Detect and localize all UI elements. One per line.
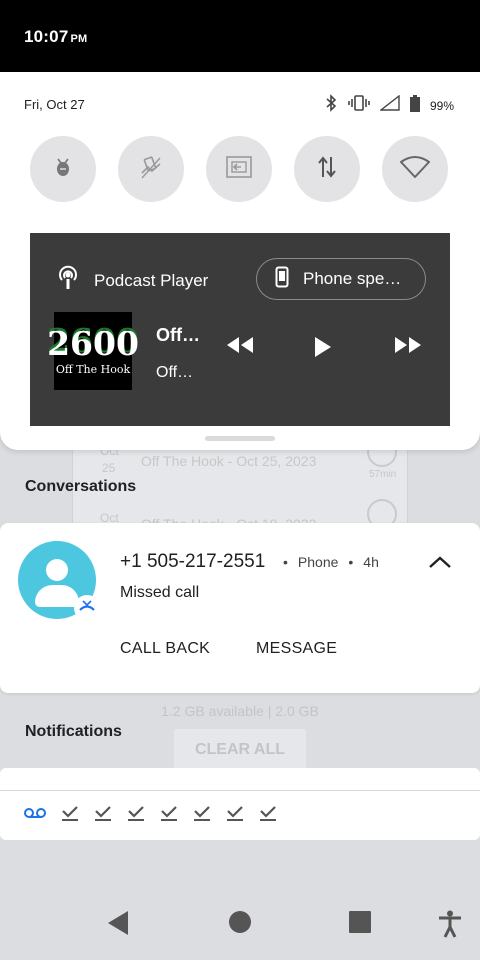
quick-settings-tiles	[30, 136, 450, 202]
play-icon	[314, 336, 332, 363]
notifications-header: Notifications	[25, 723, 122, 740]
auto-rotate-icon	[138, 154, 164, 185]
status-icons: 99%	[324, 94, 454, 117]
check-icon	[60, 804, 80, 827]
separator-dot: •	[283, 554, 288, 570]
caller-number: +1 505-217-2551	[120, 551, 266, 572]
tile-wifi[interactable]	[382, 136, 448, 202]
chevron-up-icon	[428, 556, 452, 573]
accessibility-icon	[438, 910, 462, 943]
quick-settings-panel: Fri, Oct 27 99% Podcast Player Phone spe…	[0, 72, 480, 450]
bluetooth-icon	[324, 94, 338, 117]
check-icon	[126, 804, 146, 827]
back-icon	[106, 910, 130, 941]
home-icon	[228, 910, 252, 939]
missed-call-icon	[78, 599, 96, 618]
output-device-button[interactable]: Phone spe…	[256, 258, 426, 300]
notification-meta: • Phone • 4h	[283, 554, 379, 570]
shade-drag-handle[interactable]	[205, 436, 275, 441]
missed-call-notification[interactable]: +1 505-217-2551 • Phone • 4h Missed call…	[0, 523, 480, 693]
vibrate-icon	[348, 95, 370, 116]
episode-duration: 57min	[369, 469, 397, 480]
media-subtitle: Off…	[156, 364, 194, 381]
tile-bug-report[interactable]	[30, 136, 96, 202]
accessibility-button[interactable]	[438, 910, 462, 943]
media-title: Off…	[156, 325, 200, 345]
voicemail-icon	[23, 806, 47, 825]
media-app-row: Podcast Player	[56, 265, 208, 296]
check-icon	[93, 804, 113, 827]
check-icon	[258, 804, 278, 827]
storage-info: 1.2 GB available | 2.0 GB	[161, 703, 319, 719]
episode-title: Off The Hook - Oct 25, 2023	[141, 453, 317, 469]
recents-button[interactable]	[348, 910, 372, 939]
battery-percent: 99%	[429, 98, 454, 113]
rewind-icon	[226, 336, 254, 359]
episode-date-day: 25	[102, 461, 116, 475]
play-button[interactable]	[314, 336, 332, 363]
notification-icons-strip[interactable]	[0, 768, 480, 840]
album-art-caption: Off The Hook	[55, 362, 131, 376]
signal-icon	[378, 94, 400, 116]
tile-mobile-data[interactable]	[294, 136, 360, 202]
notification-app-name: Phone	[297, 554, 339, 570]
notification-message: Missed call	[120, 584, 200, 601]
recents-icon	[348, 910, 372, 939]
date-label: Fri, Oct 27	[24, 97, 85, 112]
tile-screen-cast[interactable]	[206, 136, 272, 202]
data-transfer-icon	[316, 155, 338, 184]
rewind-button[interactable]	[226, 336, 254, 359]
divider	[0, 790, 480, 791]
call-back-button[interactable]: CALL BACK	[120, 640, 210, 658]
clear-all-button[interactable]: CLEAR ALL	[174, 729, 306, 771]
output-device-label: Phone spe…	[303, 269, 402, 288]
navigation-bar	[0, 884, 480, 960]
check-icon	[192, 804, 212, 827]
conversations-header: Conversations	[25, 478, 137, 495]
clock: 10:07 PM	[24, 27, 88, 46]
collapse-button[interactable]	[428, 555, 452, 574]
missed-call-badge	[74, 595, 100, 621]
media-app-name: Podcast Player	[94, 270, 209, 290]
message-button[interactable]: MESSAGE	[256, 640, 337, 658]
check-icon	[225, 804, 245, 827]
podcast-icon	[56, 265, 80, 296]
notification-age: 4h	[363, 554, 379, 570]
home-button[interactable]	[228, 910, 252, 939]
album-art-number: 2600	[47, 323, 139, 363]
status-bar: 10:07 PM	[0, 0, 480, 72]
bug-icon	[52, 156, 74, 183]
wifi-icon	[399, 155, 431, 184]
fast-forward-icon	[394, 336, 422, 359]
screen-cast-icon	[225, 155, 253, 184]
media-player[interactable]: Podcast Player Phone spe… 2600 Off The H…	[30, 233, 450, 426]
album-art: 2600 Off The Hook	[47, 312, 139, 390]
separator-dot: •	[348, 554, 354, 570]
notification-icon-row	[23, 804, 278, 827]
battery-icon	[409, 94, 420, 117]
fast-forward-button[interactable]	[394, 336, 422, 359]
phone-speaker-icon	[275, 266, 289, 293]
tile-auto-rotate[interactable]	[118, 136, 184, 202]
back-button[interactable]	[106, 910, 130, 941]
check-icon	[159, 804, 179, 827]
